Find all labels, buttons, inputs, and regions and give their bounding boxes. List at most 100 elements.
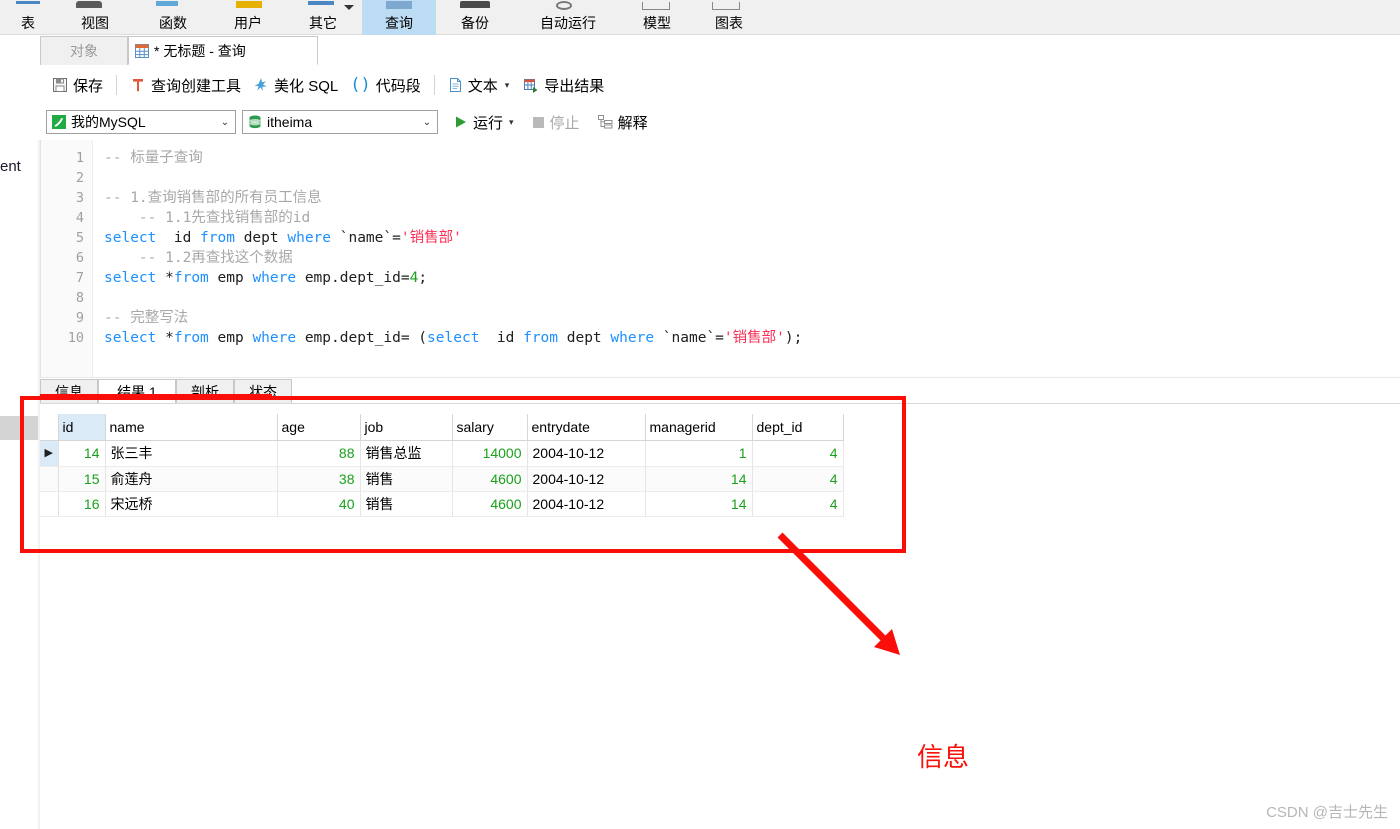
code-token: -- 1.1先查找销售部的id (104, 210, 311, 226)
current-row-triangle-icon[interactable]: ▶ (40, 440, 59, 467)
explain-grid-icon (597, 114, 613, 130)
explain-button[interactable]: 解释 (594, 110, 652, 135)
magic-wand-icon (253, 77, 269, 93)
menu-item-backup[interactable]: 备份 (436, 11, 514, 35)
main-menubar: 表 视图 函数 用户 其它 查询 备份 自动运行 模型 图表 (0, 11, 1400, 35)
cell-job[interactable]: 销售总监 (360, 440, 453, 467)
column-header-managerid[interactable]: managerid (645, 414, 753, 441)
table-row[interactable]: ▶ 14 张三丰 88 销售总监 14000 2004-10-12 1 4 (40, 440, 844, 467)
cell-age[interactable]: 88 (277, 440, 361, 467)
save-button[interactable]: 保存 (46, 73, 109, 98)
chevron-down-icon[interactable]: ⌄ (419, 117, 435, 128)
column-header-name[interactable]: name (105, 414, 278, 441)
chevron-down-icon[interactable]: ⌄ (217, 117, 233, 128)
column-header-salary[interactable]: salary (452, 414, 528, 441)
code-line: -- 1.2再查找这个数据 (104, 248, 293, 268)
tab-query-untitled[interactable]: * 无标题 - 查询 (128, 36, 318, 65)
result-tab-status[interactable]: 状态 (234, 379, 292, 404)
table-row[interactable]: 15 俞莲舟 38 销售 4600 2004-10-12 14 4 (40, 466, 844, 492)
mysql-dolphin-icon (51, 114, 67, 130)
floppy-disk-icon (52, 77, 68, 93)
export-result-label: 导出结果 (544, 77, 605, 95)
cell-dept_id[interactable]: 4 (752, 440, 844, 467)
row-marker-cell[interactable] (40, 491, 59, 517)
beautify-sql-button[interactable]: 美化 SQL (247, 73, 344, 98)
menu-item-query[interactable]: 查询 (362, 11, 436, 35)
menu-item-user[interactable]: 用户 (212, 11, 284, 35)
tab-bar-empty-area (318, 36, 1400, 65)
cell-name[interactable]: 俞莲舟 (105, 466, 278, 492)
cell-name[interactable]: 张三丰 (105, 440, 278, 467)
cell-salary[interactable]: 4600 (452, 466, 528, 492)
database-select[interactable]: itheima ⌄ (242, 110, 438, 134)
result-grid[interactable]: id name age job salary entrydate managerid dept… (40, 404, 1400, 524)
menu-label: 查询 (385, 15, 413, 31)
code-token: `name`= (331, 230, 401, 246)
chevron-down-icon[interactable]: ▾ (505, 80, 510, 91)
result-tab-profile[interactable]: 剖析 (176, 379, 234, 404)
result-tab-result-1[interactable]: 结果 1 (98, 379, 176, 404)
cell-age[interactable]: 40 (277, 491, 361, 517)
menu-label: 自动运行 (540, 15, 596, 31)
result-table[interactable]: id name age job salary entrydate managerid dept… (40, 414, 844, 517)
cell-entrydate[interactable]: 2004-10-12 (527, 440, 646, 467)
column-header-dept_id[interactable]: dept_id (752, 414, 844, 441)
horizontal-scrollbar[interactable] (0, 416, 38, 440)
cell-entrydate[interactable]: 2004-10-12 (527, 466, 646, 492)
connection-select-value: 我的MySQL (71, 114, 146, 130)
tab-query-label: * 无标题 - 查询 (154, 42, 246, 59)
cell-managerid[interactable]: 14 (645, 491, 753, 517)
menu-item-model[interactable]: 模型 (622, 11, 692, 35)
connection-select[interactable]: 我的MySQL ⌄ (46, 110, 236, 134)
code-token: -- 1.查询销售部的所有员工信息 (104, 190, 322, 206)
cell-salary[interactable]: 14000 (452, 440, 528, 467)
code-token: dept (234, 230, 288, 246)
menu-item-function[interactable]: 函数 (134, 11, 212, 35)
other-chevron-icon (344, 5, 354, 10)
code-token: -- 标量子查询 (104, 150, 203, 166)
cell-dept_id[interactable]: 4 (752, 466, 844, 492)
line-number: 1 (75, 150, 84, 166)
backup-icon-stub (460, 1, 490, 10)
menu-item-other[interactable]: 其它 (284, 11, 362, 35)
column-header-job[interactable]: job (360, 414, 453, 441)
cell-id[interactable]: 14 (58, 440, 106, 467)
menu-item-autorun[interactable]: 自动运行 (514, 11, 622, 35)
query-builder-button[interactable]: 查询创建工具 (124, 73, 247, 98)
cell-job[interactable]: 销售 (360, 491, 453, 517)
cell-id[interactable]: 16 (58, 491, 106, 517)
editor-code-area[interactable]: -- 标量子查询 -- 1.查询销售部的所有员工信息 -- 1.1先查找销售部的i… (94, 140, 1400, 378)
menu-item-chart[interactable]: 图表 (692, 11, 766, 35)
tab-object[interactable]: 对象 (40, 36, 128, 65)
cell-managerid[interactable]: 1 (645, 440, 753, 467)
cell-id[interactable]: 15 (58, 466, 106, 492)
table-row[interactable]: 16 宋远桥 40 销售 4600 2004-10-12 14 4 (40, 491, 844, 517)
cell-salary[interactable]: 4600 (452, 491, 528, 517)
query-toolbar-secondary: 我的MySQL ⌄ itheima ⌄ 运行 ▾ 停止 解释 (40, 104, 1400, 140)
code-snippet-button[interactable]: () 代码段 (344, 73, 427, 98)
cell-job[interactable]: 销售 (360, 466, 453, 492)
code-token: -- 完整写法 (104, 310, 189, 326)
run-button[interactable]: 运行 ▾ (450, 110, 518, 135)
database-select-value: itheima (267, 114, 313, 130)
text-button[interactable]: 文本 ▾ (442, 73, 516, 98)
line-number: 9 (75, 310, 84, 326)
cell-age[interactable]: 38 (277, 466, 361, 492)
cell-managerid[interactable]: 14 (645, 466, 753, 492)
chevron-down-icon[interactable]: ▾ (509, 117, 514, 128)
cell-name[interactable]: 宋远桥 (105, 491, 278, 517)
sql-editor[interactable]: 1 2 3 4 5 6 7 8 9 10 -- 标量子查询 -- 1.查询销售部的… (40, 140, 1400, 378)
row-marker-cell[interactable] (40, 466, 59, 492)
cell-entrydate[interactable]: 2004-10-12 (527, 491, 646, 517)
column-header-id[interactable]: id (58, 414, 106, 441)
cell-dept_id[interactable]: 4 (752, 491, 844, 517)
document-tab-bar: 对象 * 无标题 - 查询 (0, 35, 1400, 65)
export-result-button[interactable]: 导出结果 (517, 73, 610, 98)
menu-item-view[interactable]: 视图 (56, 11, 134, 35)
column-header-age[interactable]: age (277, 414, 361, 441)
menu-item-table[interactable]: 表 (0, 11, 56, 35)
code-token: emp (208, 330, 253, 346)
result-tab-info[interactable]: 信息 (40, 379, 98, 404)
column-header-entrydate[interactable]: entrydate (527, 414, 646, 441)
code-line: -- 完整写法 (104, 308, 188, 328)
